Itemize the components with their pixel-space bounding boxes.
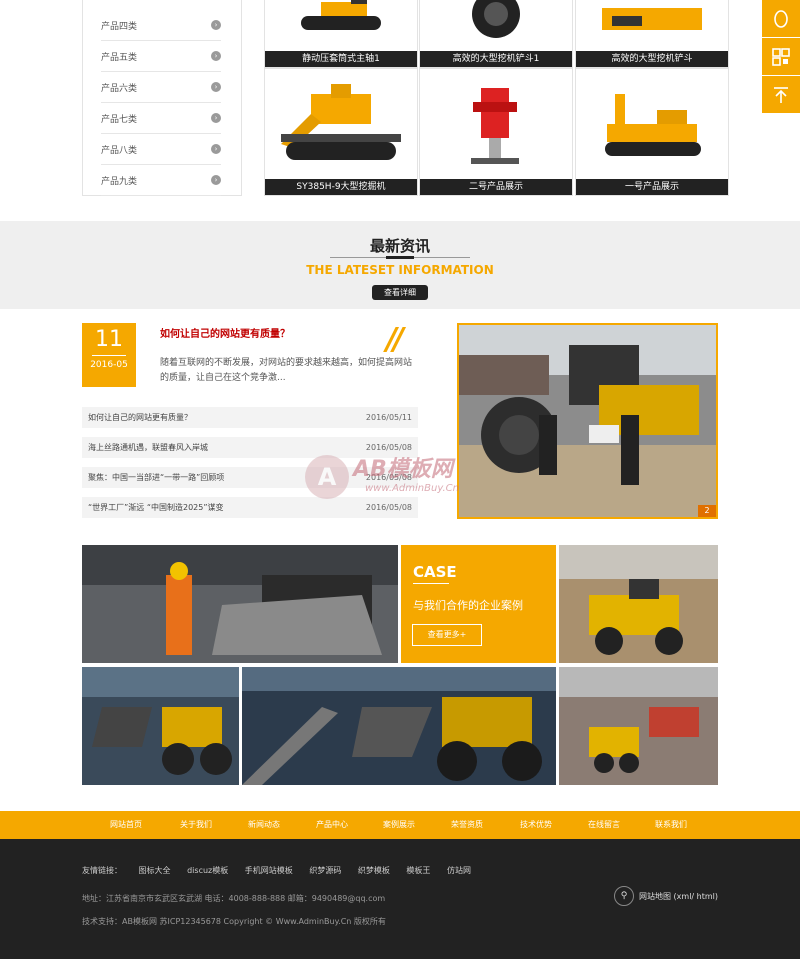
product-image (265, 0, 417, 51)
case-subtitle: 与我们合作的企业案例 (413, 599, 523, 612)
footer-nav-item[interactable]: 产品中心 (316, 811, 348, 839)
footer-nav-item[interactable]: 技术优势 (520, 811, 552, 839)
product-card[interactable]: 高效的大型挖机铲斗1 (419, 0, 573, 68)
news-more-button[interactable]: 查看详细 (372, 285, 428, 300)
friend-link[interactable]: 仿站网 (447, 866, 471, 875)
footer-nav-item[interactable]: 联系我们 (655, 811, 687, 839)
sidebar-item[interactable]: 产品八类 › (101, 134, 221, 165)
case-image[interactable] (559, 667, 718, 785)
floating-toolbar (762, 0, 800, 114)
news-list-item[interactable]: 如何让自己的网站更有质量？ 2016/05/11 (82, 407, 418, 428)
friend-link[interactable]: discuz模板 (187, 866, 228, 875)
arrow-right-icon: › (211, 82, 221, 92)
arrow-right-icon: › (211, 51, 221, 61)
footer-copyright: 技术支持：AB模板网 苏ICP12345678 Copyright © Www.… (82, 917, 386, 926)
qq-icon[interactable] (762, 0, 800, 38)
featured-date: 11 2016-05 (82, 323, 136, 387)
featured-news-desc: 随着互联网的不断发展，对网站的要求越来越高，如何提高网站的质量，让自己在这个竞争… (160, 358, 413, 383)
product-card[interactable]: SY385H-9大型挖掘机 (264, 68, 418, 196)
footer-nav-item[interactable]: 关于我们 (180, 811, 212, 839)
arrow-right-icon: › (211, 144, 221, 154)
watermark-logo: A AB模板网 www.AdminBuy.Cn (305, 445, 505, 515)
product-image (576, 0, 728, 51)
friend-link[interactable]: 模板王 (406, 866, 430, 875)
sidebar-item[interactable]: 产品六类 › (101, 72, 221, 103)
sidebar-item[interactable]: 产品五类 › (101, 41, 221, 72)
product-image (420, 0, 572, 51)
featured-news-title[interactable]: 如何让自己的网站更有质量？ (160, 325, 290, 340)
footer-nav-item[interactable]: 网站首页 (110, 811, 142, 839)
slide-indicator[interactable]: 2 (698, 505, 716, 517)
footer-nav-item[interactable]: 新闻动态 (248, 811, 280, 839)
case-image[interactable] (82, 667, 239, 785)
sidebar-item[interactable]: 产品九类 › (101, 165, 221, 196)
category-sidebar: 产品四类 › 产品五类 › 产品六类 › 产品七类 › 产品八类 › 产品九类 › (82, 0, 242, 196)
product-card[interactable]: 一号产品展示 (575, 68, 729, 196)
footer-nav-item[interactable]: 荣誉资质 (451, 811, 483, 839)
product-card[interactable]: 静动压套筒式主轴1 (264, 0, 418, 68)
sitemap-link[interactable]: ⚲ 网站地图 (xml/ html) (614, 886, 718, 906)
product-card[interactable]: 高效的大型挖机铲斗 (575, 0, 729, 68)
quote-icon: // (386, 322, 404, 357)
friend-link[interactable]: 织梦源码 (309, 866, 341, 875)
product-image (420, 69, 572, 179)
news-title: 最新资讯 (369, 237, 430, 255)
sitemap-icon: ⚲ (614, 886, 634, 906)
friend-link[interactable]: 图标大全 (139, 866, 171, 875)
friend-links: 友情链接： 图标大全 discuz模板 手机网站模板 织梦源码 织梦模板 模板王… (82, 866, 471, 875)
case-intro: CASE 与我们合作的企业案例 查看更多+ (401, 545, 556, 663)
footer-address: 地址：江苏省南京市玄武区玄武湖 电话：4008-888-888 邮箱：94904… (82, 894, 386, 903)
case-image[interactable] (242, 667, 556, 785)
product-card[interactable]: 二号产品展示 (419, 68, 573, 196)
news-section-header: 最新资讯 THE LATESET INFORMATION 查看详细 (0, 221, 800, 309)
friend-link[interactable]: 织梦模板 (358, 866, 390, 875)
arrow-right-icon: › (211, 20, 221, 30)
sidebar-item[interactable]: 产品四类 › (101, 10, 221, 41)
product-image (265, 69, 417, 179)
case-more-button[interactable]: 查看更多+ (412, 624, 482, 646)
case-image[interactable] (82, 545, 398, 663)
friend-link[interactable]: 手机网站模板 (245, 866, 293, 875)
product-image (576, 69, 728, 179)
case-image[interactable] (559, 545, 718, 663)
sidebar-item[interactable]: 产品七类 › (101, 103, 221, 134)
arrow-right-icon: › (211, 113, 221, 123)
case-title: CASE (413, 563, 457, 581)
news-subtitle: THE LATESET INFORMATION (306, 263, 494, 277)
footer-nav-item[interactable]: 在线留言 (588, 811, 620, 839)
qrcode-icon[interactable] (762, 38, 800, 76)
footer-nav-item[interactable]: 案例展示 (383, 811, 415, 839)
title-divider (330, 256, 470, 259)
footer-nav: 网站首页 关于我们 新闻动态 产品中心 案例展示 荣誉资质 技术优势 在线留言 … (0, 811, 800, 839)
arrow-right-icon: › (211, 175, 221, 185)
site-footer: 友情链接： 图标大全 discuz模板 手机网站模板 织梦源码 织梦模板 模板王… (0, 839, 800, 959)
back-to-top-icon[interactable] (762, 76, 800, 114)
